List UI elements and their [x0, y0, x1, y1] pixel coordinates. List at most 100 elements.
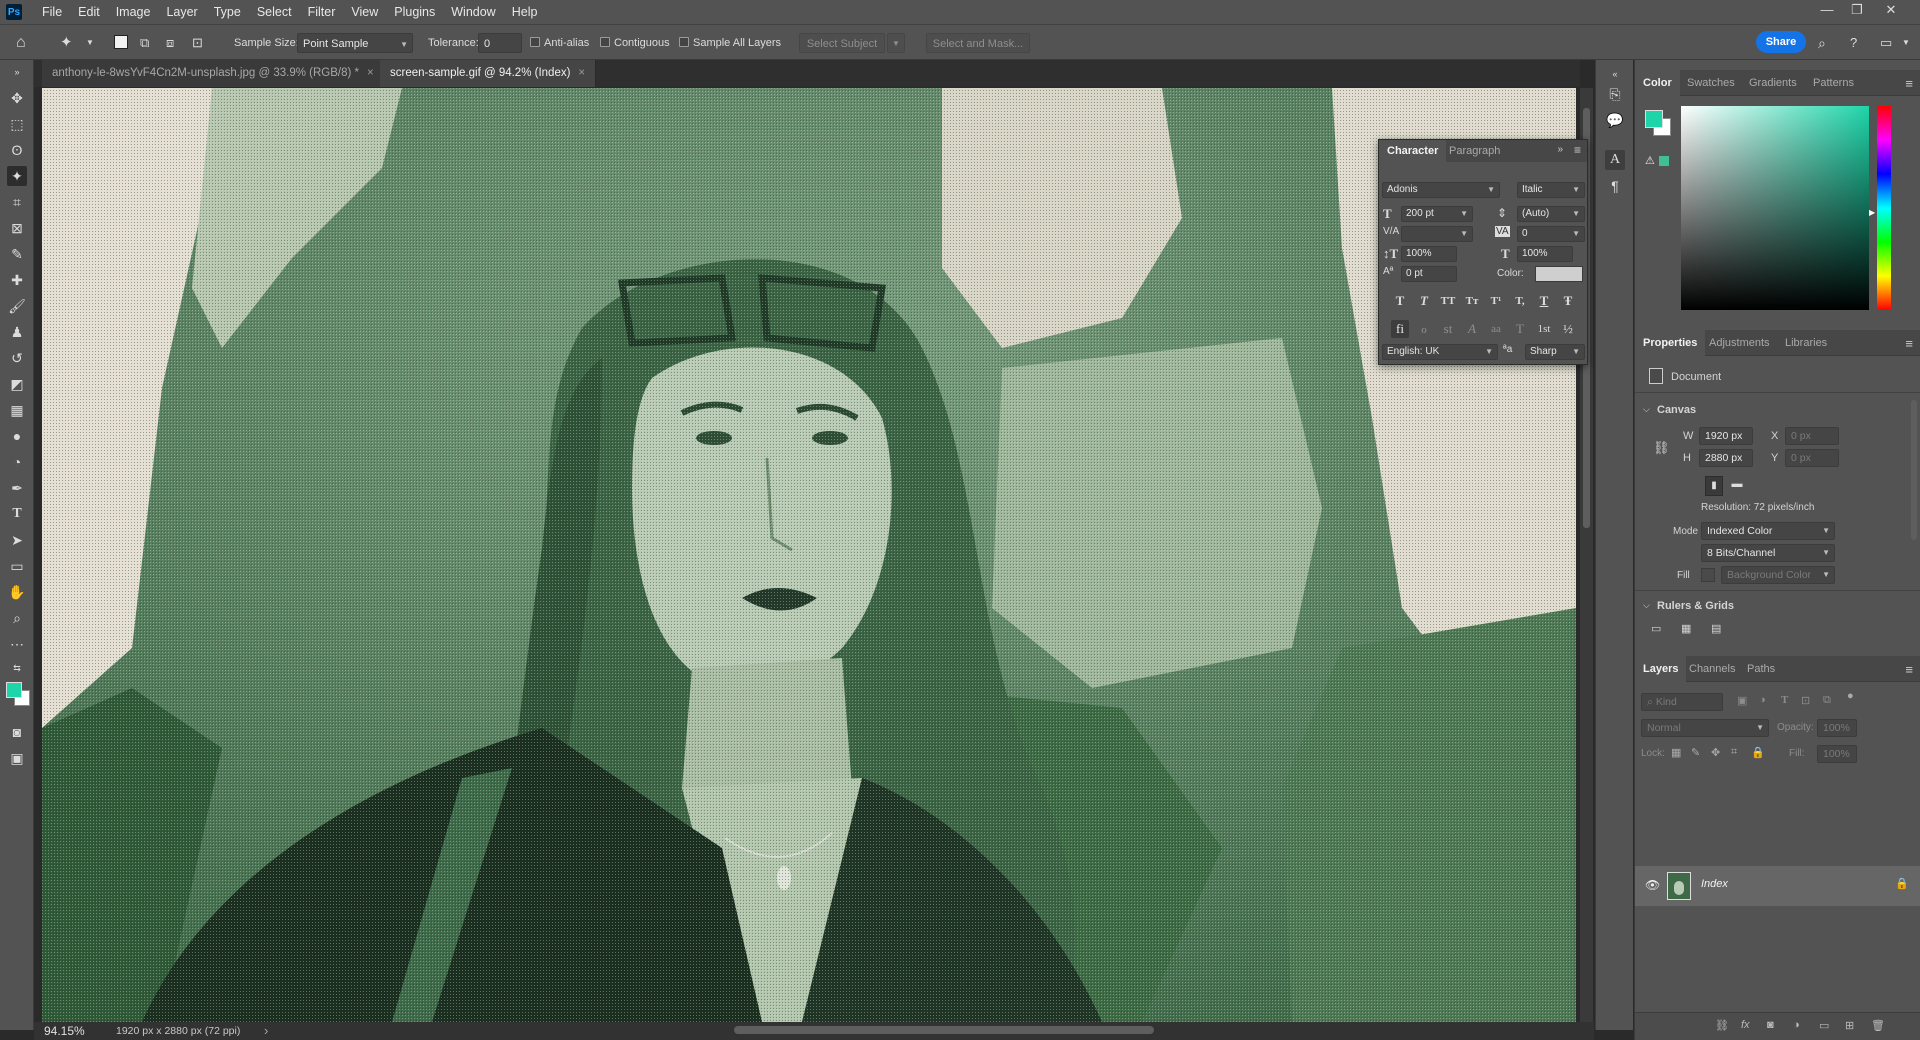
chevron-down-icon[interactable]: ▼ — [1902, 33, 1910, 53]
move-tool-icon[interactable]: ✥ — [7, 88, 27, 108]
titling-alternates-button[interactable]: T — [1511, 320, 1529, 338]
tab-adjustments[interactable]: Adjustments — [1701, 330, 1778, 356]
opacity-input[interactable]: 100% — [1817, 719, 1857, 737]
screen-mode-icon[interactable]: ▣ — [7, 748, 27, 768]
menu-file[interactable]: File — [34, 0, 70, 24]
tracking-input[interactable]: 0 ▼ — [1517, 226, 1585, 242]
fx-icon[interactable]: fx — [1741, 1019, 1750, 1031]
subscript-button[interactable]: T, — [1511, 292, 1529, 310]
canvas-x-input[interactable]: 0 px — [1785, 427, 1839, 445]
select-subject-button[interactable]: Select Subject — [799, 33, 885, 53]
contiguous-checkbox[interactable]: Contiguous — [600, 33, 670, 53]
ordinals-button[interactable]: 1st — [1535, 320, 1553, 338]
old-style-button[interactable]: ℴ — [1415, 320, 1433, 338]
rulers-grids-section-header[interactable]: Rulers & Grids — [1657, 600, 1734, 612]
mode-select[interactable]: Indexed Color ▼ — [1701, 522, 1835, 540]
chevron-down-icon[interactable]: ▼ — [887, 33, 905, 53]
canvas-width-input[interactable]: 1920 px — [1699, 427, 1753, 445]
tab-channels[interactable]: Channels — [1681, 656, 1743, 682]
share-button[interactable]: Share — [1756, 31, 1806, 53]
path-selection-icon[interactable]: ➤ — [7, 530, 27, 550]
new-layer-icon[interactable]: ⊞ — [1845, 1019, 1854, 1032]
portrait-orientation-icon[interactable]: ▮ — [1705, 476, 1723, 496]
filter-pixel-icon[interactable]: ▣ — [1737, 694, 1747, 707]
link-icon[interactable]: ⛓ — [1653, 440, 1670, 456]
baseline-shift-input[interactable]: 0 pt — [1401, 266, 1457, 282]
eyedropper-tool-icon[interactable]: ✎ — [7, 244, 27, 264]
gamut-swatch[interactable] — [1659, 156, 1669, 166]
clone-stamp-icon[interactable]: ♟ — [7, 322, 27, 342]
faux-bold-button[interactable]: T — [1391, 292, 1409, 310]
strikethrough-button[interactable]: Ŧ — [1559, 292, 1577, 310]
workspace-icon[interactable]: ▭ — [1880, 33, 1892, 53]
lock-all-icon[interactable]: 🔒 — [1751, 746, 1765, 759]
tab-paragraph[interactable]: Paragraph — [1441, 140, 1508, 162]
layer-row[interactable]: 👁 Index 🔒 — [1635, 866, 1920, 906]
menu-window[interactable]: Window — [443, 0, 503, 24]
anti-alias-select[interactable]: Sharp ▼ — [1525, 344, 1585, 360]
faux-italic-button[interactable]: T — [1415, 292, 1433, 310]
ruler-icon[interactable]: ▭ — [1651, 622, 1661, 635]
status-menu-arrow[interactable]: › — [264, 1023, 268, 1038]
tab-document-2[interactable]: screen-sample.gif @ 94.2% (Index) × — [380, 60, 597, 87]
menu-image[interactable]: Image — [108, 0, 159, 24]
menu-layer[interactable]: Layer — [158, 0, 205, 24]
dodge-tool-icon[interactable]: ◔ — [7, 452, 27, 472]
bit-depth-select[interactable]: 8 Bits/Channel ▼ — [1701, 544, 1835, 562]
blur-tool-icon[interactable]: ● — [7, 426, 27, 446]
ligatures-button[interactable]: fi — [1391, 320, 1409, 338]
filter-smart-object-icon[interactable]: ⧉ — [1823, 694, 1831, 707]
select-and-mask-button[interactable]: Select and Mask... — [926, 33, 1030, 53]
stylistic-alternates-button[interactable]: aa — [1487, 320, 1505, 338]
tab-swatches[interactable]: Swatches — [1679, 70, 1743, 96]
menu-select[interactable]: Select — [249, 0, 300, 24]
landscape-orientation-icon[interactable]: ▬ — [1727, 478, 1747, 494]
lock-pixels-icon[interactable]: ✎ — [1691, 746, 1700, 759]
vertical-scale-input[interactable]: 100% — [1401, 246, 1457, 262]
search-icon[interactable]: ⌕ — [1818, 33, 1826, 53]
layer-kind-filter[interactable]: ⌕ Kind — [1641, 693, 1723, 711]
chevron-down-icon[interactable]: ⌵ — [1643, 404, 1650, 415]
gradient-tool-icon[interactable]: ▦ — [7, 400, 27, 420]
filter-toggle-icon[interactable]: ● — [1847, 690, 1854, 702]
fill-input[interactable]: 100% — [1817, 745, 1857, 763]
paragraph-panel-icon[interactable]: ¶ — [1605, 176, 1625, 196]
magic-wand-preset-icon[interactable]: ✦ — [60, 33, 73, 53]
canvas-section-header[interactable]: Canvas — [1657, 404, 1696, 416]
minimize-icon[interactable]: — — [1814, 0, 1840, 20]
new-selection-icon[interactable] — [114, 35, 128, 49]
tab-character[interactable]: Character — [1379, 140, 1447, 162]
link-layers-icon[interactable]: ⛓ — [1715, 1019, 1729, 1032]
menu-edit[interactable]: Edit — [70, 0, 108, 24]
swash-button[interactable]: A — [1463, 320, 1481, 338]
character-panel-icon[interactable]: A — [1605, 150, 1625, 170]
menu-type[interactable]: Type — [206, 0, 249, 24]
subtract-selection-icon[interactable]: ⧈ — [166, 33, 174, 53]
swap-colors-icon[interactable]: ⇆ — [7, 658, 27, 678]
underline-button[interactable]: T — [1535, 292, 1553, 310]
properties-scrollbar-thumb[interactable] — [1911, 400, 1917, 540]
history-brush-icon[interactable]: ↺ — [7, 348, 27, 368]
tab-gradients[interactable]: Gradients — [1741, 70, 1805, 96]
tab-color[interactable]: Color — [1635, 70, 1680, 96]
panel-menu-icon[interactable]: ≡ — [1905, 336, 1913, 351]
rectangle-tool-icon[interactable]: ▭ — [7, 556, 27, 576]
filter-adjustment-icon[interactable]: ◑ — [1759, 694, 1766, 706]
canvas-y-input[interactable]: 0 px — [1785, 449, 1839, 467]
discretionary-ligatures-button[interactable]: st — [1439, 320, 1457, 338]
lock-transparency-icon[interactable]: ▦ — [1671, 746, 1681, 759]
font-family-select[interactable]: Adonis ▼ — [1382, 182, 1500, 198]
crop-tool-icon[interactable]: ⌗ — [7, 192, 27, 212]
anti-alias-checkbox[interactable]: Anti-alias — [530, 33, 589, 53]
type-tool-icon[interactable]: T — [7, 504, 27, 524]
pen-tool-icon[interactable]: ✒ — [7, 478, 27, 498]
home-icon[interactable]: ⌂ — [16, 33, 26, 53]
sample-all-layers-checkbox[interactable]: Sample All Layers — [679, 33, 781, 53]
fill-select[interactable]: Background Color ▼ — [1721, 566, 1835, 584]
new-group-icon[interactable]: ▭ — [1819, 1019, 1829, 1032]
intersect-selection-icon[interactable]: ⊡ — [192, 33, 203, 53]
tab-properties[interactable]: Properties — [1635, 330, 1706, 356]
lock-position-icon[interactable]: ✥ — [1711, 746, 1720, 759]
leading-input[interactable]: (Auto) ▼ — [1517, 206, 1585, 222]
color-picker-field[interactable] — [1681, 106, 1869, 310]
